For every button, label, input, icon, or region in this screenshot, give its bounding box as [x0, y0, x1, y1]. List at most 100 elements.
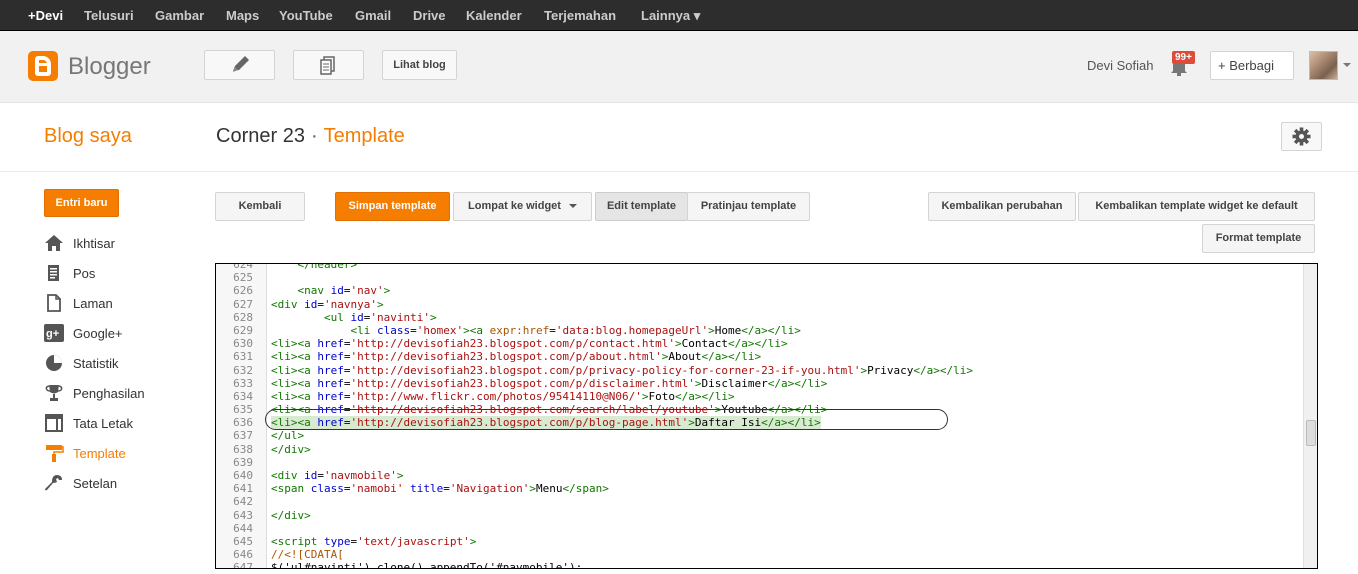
pages-button[interactable]	[293, 50, 364, 80]
gbar-link-gmail[interactable]: Gmail	[355, 8, 391, 23]
gbar-link-maps[interactable]: Maps	[226, 8, 259, 23]
gbar-link-youtube[interactable]: YouTube	[279, 8, 333, 23]
template-icon	[46, 445, 64, 462]
code-text: <script type='text/javascript'>	[271, 534, 477, 548]
code-line[interactable]: 640 <div id='navmobile'>	[216, 469, 1303, 482]
code-text: <span class='namobi' title='Navigation'>…	[271, 482, 609, 496]
gbar-link-gambar[interactable]: Gambar	[155, 8, 204, 23]
code-text: <div id='navmobile'>	[271, 469, 404, 482]
revert-changes-button[interactable]: Kembalikan perubahan	[928, 192, 1076, 221]
settings-button[interactable]	[1281, 122, 1322, 151]
code-line[interactable]: 641 <span class='namobi' title='Navigatio…	[216, 482, 1303, 495]
code-line[interactable]: 630 <li><a href='http://devisofiah23.blog…	[216, 337, 1303, 350]
back-button[interactable]: Kembali	[215, 192, 305, 221]
view-blog-label: Lihat blog	[393, 59, 446, 71]
gbar-link-lainnya[interactable]: Lainnya ▾	[641, 8, 700, 24]
code-editor[interactable]: 624 </header> 625 626 <nav id='nav'> 627 <di…	[215, 263, 1318, 569]
revert-widgets-button[interactable]: Kembalikan template widget ke default	[1078, 192, 1315, 221]
jump-to-widget-label: Lompat ke widget	[468, 200, 561, 212]
code-line[interactable]: 628 <ul id='navinti'>	[216, 311, 1303, 324]
app-bar: Blogger Lihat blog Devi Sofiah 99+ + Ber…	[0, 31, 1358, 103]
notification-badge: 99+	[1172, 51, 1195, 64]
code-text: </div>	[271, 508, 311, 522]
gbar-link-telusuri[interactable]: Telusuri	[84, 8, 134, 23]
code-line[interactable]: 629 <li class='homex'><a expr:href='data…	[216, 324, 1303, 337]
save-template-button[interactable]: Simpan template	[335, 192, 450, 221]
gbar-link-kalender[interactable]: Kalender	[466, 8, 522, 23]
new-post-pencil-button[interactable]	[204, 50, 275, 80]
code-line[interactable]: 634 <li><a href='http://www.flickr.com/ph…	[216, 390, 1303, 403]
line-number: 633	[233, 376, 253, 390]
code-line[interactable]: 632 <li><a href='http://devisofiah23.blog…	[216, 364, 1303, 377]
line-number: 632	[233, 363, 253, 377]
line-number: 647	[233, 561, 253, 569]
page-title: Corner 23 · Template	[216, 125, 405, 148]
google-bar: +Devi Telusuri Gambar Maps YouTube Gmail…	[0, 0, 1358, 31]
code-line[interactable]: 644	[216, 522, 1303, 535]
code-line[interactable]: 642	[216, 495, 1303, 508]
code-line[interactable]: 624 </header>	[216, 263, 1303, 271]
blogger-logo-text[interactable]: Blogger	[68, 53, 151, 81]
code-line[interactable]: 638 </div>	[216, 443, 1303, 456]
line-number: 630	[233, 337, 253, 351]
trophy-icon	[45, 385, 63, 401]
code-text: </div>	[271, 442, 311, 456]
posts-icon	[48, 265, 59, 281]
user-name[interactable]: Devi Sofiah	[1087, 58, 1153, 73]
code-line[interactable]: 625	[216, 271, 1303, 284]
line-number: 627	[233, 297, 253, 311]
gbar-link-devi[interactable]: +Devi	[28, 8, 63, 23]
code-line[interactable]: 633 <li><a href='http://devisofiah23.blog…	[216, 377, 1303, 390]
sidebar-item-label: Ikhtisar	[73, 236, 115, 251]
gbar-link-drive[interactable]: Drive	[413, 8, 446, 23]
pencil-icon	[233, 56, 249, 72]
gear-icon	[1292, 127, 1311, 146]
line-number: 629	[233, 323, 253, 337]
code-line[interactable]: 645 <script type='text/javascript'>	[216, 535, 1303, 548]
code-line[interactable]: 639	[216, 456, 1303, 469]
line-number: 644	[233, 521, 253, 535]
tab-edit-template[interactable]: Edit template	[595, 192, 688, 221]
code-line[interactable]: 637 </ul>	[216, 429, 1303, 442]
wrench-icon	[45, 475, 62, 491]
line-number: 625	[233, 271, 253, 285]
new-post-button[interactable]: Entri baru	[44, 189, 119, 217]
line-number: 637	[233, 429, 253, 443]
sidebar-item-label: Pos	[73, 266, 96, 281]
tab-preview-template[interactable]: Pratinjau template	[687, 192, 810, 221]
code-text: <li><a href='http://www.flickr.com/photo…	[271, 389, 735, 403]
sidebar-item-label: Template	[73, 446, 126, 461]
view-blog-button[interactable]: Lihat blog	[382, 50, 457, 80]
line-number: 638	[233, 442, 253, 456]
avatar[interactable]	[1309, 51, 1338, 80]
my-blogs-link[interactable]: Blog saya	[44, 125, 132, 148]
pages-icon	[47, 294, 61, 312]
scrollbar-thumb[interactable]	[1306, 420, 1316, 446]
code-text: <li><a href='http://devisofiah23.blogspo…	[271, 376, 828, 390]
svg-text:g+: g+	[46, 328, 59, 340]
vertical-scrollbar[interactable]	[1303, 264, 1317, 568]
line-number: 639	[233, 455, 253, 469]
code-text: <li class='homex'><a expr:href='data:blo…	[350, 323, 801, 337]
chevron-down-icon[interactable]	[1343, 63, 1351, 67]
code-line[interactable]: 643 </div>	[216, 509, 1303, 522]
gbar-link-terjemahan[interactable]: Terjemahan	[544, 8, 616, 23]
code-text: </header>	[297, 263, 358, 271]
line-number: 643	[233, 508, 253, 522]
format-template-button[interactable]: Format template	[1202, 224, 1315, 253]
share-button[interactable]: + Berbagi	[1210, 51, 1294, 80]
layout-icon	[45, 414, 63, 432]
code-line[interactable]: 626 <nav id='nav'>	[216, 284, 1303, 297]
code-text: <li><a href='http://devisofiah23.blogspo…	[271, 337, 788, 351]
sidebar-item-label: Laman	[73, 296, 113, 311]
code-line[interactable]: 631 <li><a href='http://devisofiah23.blog…	[216, 350, 1303, 363]
blogger-logo-icon[interactable]	[28, 51, 58, 81]
code-text: <ul id='navinti'>	[323, 310, 437, 324]
code-line[interactable]: 647 $('ul#navinti').clone().appendTo('#na…	[216, 561, 1303, 569]
code-line[interactable]: 646 //<![CDATA[	[216, 548, 1303, 561]
code-line[interactable]: 627 <div id='navnya'>	[216, 298, 1303, 311]
jump-to-widget-dropdown[interactable]: Lompat ke widget	[453, 192, 592, 221]
section-name: Template	[323, 125, 405, 147]
line-number: 626	[233, 284, 253, 298]
sidebar-item-label: Setelan	[73, 476, 118, 491]
